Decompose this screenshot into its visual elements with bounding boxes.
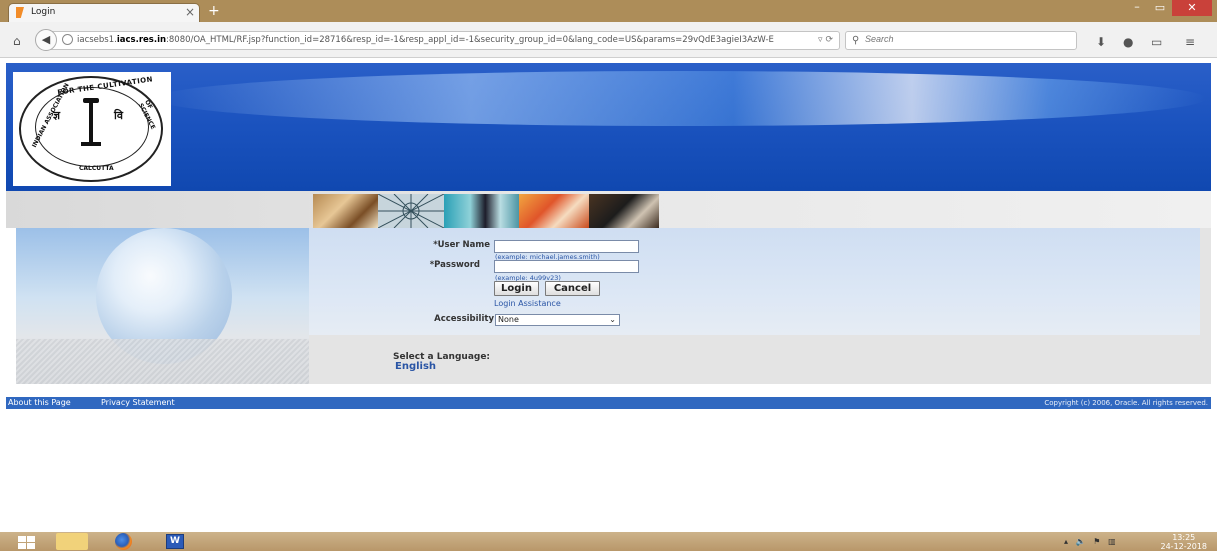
accessibility-value: None xyxy=(498,315,519,324)
url-domain: iacs.res.in xyxy=(116,35,167,45)
system-tray[interactable]: ▴ 🔈 ⚑ ▥ xyxy=(1064,537,1116,546)
download-icon[interactable]: ⬇ xyxy=(1096,35,1106,49)
firefox-icon xyxy=(115,533,132,550)
show-hidden-icons-icon[interactable]: ▴ xyxy=(1064,537,1068,546)
photo-man-at-computer xyxy=(444,194,519,228)
pocket-icon[interactable]: ● xyxy=(1123,35,1133,49)
right-edge-panel xyxy=(1200,228,1211,384)
search-box[interactable]: ⚲ xyxy=(845,31,1077,50)
photo-woman-headset xyxy=(519,194,589,228)
page-footer: About this Page Privacy Statement Copyri… xyxy=(6,397,1211,409)
accessibility-select[interactable]: None ⌄ xyxy=(495,314,620,326)
back-arrow-icon: ◀ xyxy=(41,33,51,46)
iacs-logo: FOR THE CULTIVATION INDIAN ASSOCIATION O… xyxy=(13,72,171,186)
globe-icon xyxy=(62,34,73,45)
minimize-window-button[interactable]: – xyxy=(1128,0,1146,15)
file-explorer-icon[interactable] xyxy=(56,533,88,550)
login-button[interactable]: Login xyxy=(494,281,539,296)
about-this-page-link[interactable]: About this Page xyxy=(8,398,71,407)
tower-lattice xyxy=(378,194,444,228)
browser-nav-bar: ⌂ iacsebs1.iacs.res.in:8080/OA_HTML/RF.j… xyxy=(0,22,1217,58)
back-button[interactable]: ◀ xyxy=(35,29,57,51)
new-tab-button[interactable]: + xyxy=(208,3,220,19)
login-assistance-link[interactable]: Login Assistance xyxy=(494,299,561,308)
network-icon[interactable]: ▥ xyxy=(1108,537,1116,546)
start-pane-3 xyxy=(18,543,26,549)
address-bar[interactable]: iacsebs1.iacs.res.in:8080/OA_HTML/RF.jsp… xyxy=(45,31,840,50)
volume-icon[interactable]: 🔈 xyxy=(1076,537,1086,546)
hamburger-menu-icon[interactable]: ≡ xyxy=(1185,35,1195,49)
close-window-button[interactable]: ✕ xyxy=(1172,0,1212,16)
panel-texture-band xyxy=(16,339,309,384)
home-icon[interactable]: ⌂ xyxy=(13,34,21,48)
globe-panel xyxy=(16,228,309,384)
sidebar-icon[interactable]: ▭ xyxy=(1151,35,1162,49)
copyright-text: Copyright (c) 2006, Oracle. All rights r… xyxy=(1044,399,1208,407)
url-text[interactable]: iacsebs1.iacs.res.in:8080/OA_HTML/RF.jsp… xyxy=(77,35,774,45)
clock-time: 13:25 xyxy=(1172,533,1196,542)
windows-taskbar: W ▴ 🔈 ⚑ ▥ 13:25 24-12-2018 xyxy=(0,532,1217,551)
action-center-flag-icon[interactable]: ⚑ xyxy=(1093,537,1100,546)
logo-glyph-right: वि xyxy=(114,109,123,122)
browser-tab-login[interactable]: Login × xyxy=(8,3,200,22)
logo-pillar-base xyxy=(81,142,101,146)
close-tab-icon[interactable]: × xyxy=(185,5,195,19)
logo-glyph-left: ज्ञ xyxy=(53,109,61,122)
banner-light-streak xyxy=(156,71,1206,126)
start-pane-4 xyxy=(27,543,35,549)
firefox-taskbar-button[interactable] xyxy=(107,533,143,550)
username-field[interactable] xyxy=(494,240,639,253)
username-label: *User Name xyxy=(433,240,490,250)
browser-tab-bar: Login × + – ▭ ✕ xyxy=(0,0,1217,22)
dropdown-arrow-icon[interactable]: ▿ xyxy=(818,35,823,45)
password-field[interactable] xyxy=(494,260,639,273)
password-label: *Password xyxy=(429,260,480,270)
photo-tower-structure xyxy=(378,194,444,228)
word-taskbar-button[interactable]: W xyxy=(158,533,192,550)
start-pane-1 xyxy=(18,536,26,542)
accessibility-label: Accessibility xyxy=(434,314,494,324)
logo-pillar xyxy=(89,100,93,145)
windows-start-button[interactable] xyxy=(12,533,40,550)
oracle-tab-icon xyxy=(16,7,24,18)
tab-title: Login xyxy=(31,7,56,17)
search-input[interactable] xyxy=(865,34,1065,44)
start-pane-2 xyxy=(27,536,35,542)
language-english-link[interactable]: English xyxy=(395,361,436,372)
cancel-button[interactable]: Cancel xyxy=(545,281,600,296)
page-banner xyxy=(6,63,1211,191)
url-tools: ▿ ⟳ xyxy=(818,35,833,45)
clock-date: 24-12-2018 xyxy=(1160,542,1208,551)
maximize-window-button[interactable]: ▭ xyxy=(1151,1,1169,16)
taskbar-clock[interactable]: 13:25 24-12-2018 xyxy=(1161,533,1208,551)
word-icon: W xyxy=(166,534,184,549)
photo-people-meeting xyxy=(313,194,378,228)
reload-icon[interactable]: ⟳ xyxy=(825,35,833,45)
privacy-statement-link[interactable]: Privacy Statement xyxy=(101,398,175,407)
search-icon: ⚲ xyxy=(852,35,860,46)
logo-text-bottom: CALCUTTA xyxy=(79,165,114,172)
photo-businessman xyxy=(589,194,659,228)
chevron-down-icon: ⌄ xyxy=(609,315,616,324)
